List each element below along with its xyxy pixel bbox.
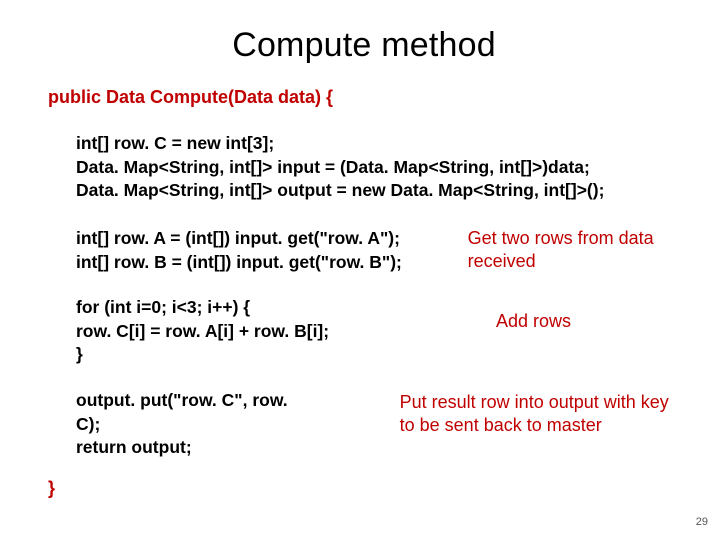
page-number: 29 — [696, 516, 708, 528]
code-output: output. put("row. C", row. C); return ou… — [76, 389, 680, 460]
code-column: output. put("row. C", row. C); return ou… — [76, 389, 310, 460]
code-line: Data. Map<String, int[]> input = (Data. … — [76, 156, 680, 180]
code-line: for (int i=0; i<3; i++) { — [76, 296, 376, 320]
code-line: int[] row. B = (int[]) input. get("row. … — [76, 251, 424, 275]
code-line: row. C[i] = row. A[i] + row. B[i]; — [76, 320, 376, 344]
code-line: int[] row. C = new int[3]; — [76, 132, 680, 156]
annotation-get-rows: Get two rows from data received — [468, 227, 680, 274]
code-column: for (int i=0; i<3; i++) { row. C[i] = ro… — [76, 296, 376, 367]
method-close-brace: } — [48, 478, 680, 499]
code-line: int[] row. A = (int[]) input. get("row. … — [76, 227, 424, 251]
code-declarations: int[] row. C = new int[3]; Data. Map<Str… — [76, 132, 680, 203]
code-line: Data. Map<String, int[]> output = new Da… — [76, 179, 680, 203]
code-line: output. put("row. C", row. C); — [76, 389, 310, 436]
slide: Compute method public Data Compute(Data … — [0, 0, 720, 540]
slide-title: Compute method — [48, 26, 680, 65]
code-for-loop: for (int i=0; i<3; i++) { row. C[i] = ro… — [76, 296, 680, 367]
code-column: int[] row. A = (int[]) input. get("row. … — [76, 227, 424, 274]
code-line: } — [76, 343, 376, 367]
method-signature: public Data Compute(Data data) { — [48, 87, 680, 108]
annotation-add-rows: Add rows — [496, 310, 571, 333]
annotation-output: Put result row into output with key to b… — [400, 391, 680, 438]
code-line: return output; — [76, 436, 310, 460]
code-get-rows: int[] row. A = (int[]) input. get("row. … — [76, 227, 680, 274]
